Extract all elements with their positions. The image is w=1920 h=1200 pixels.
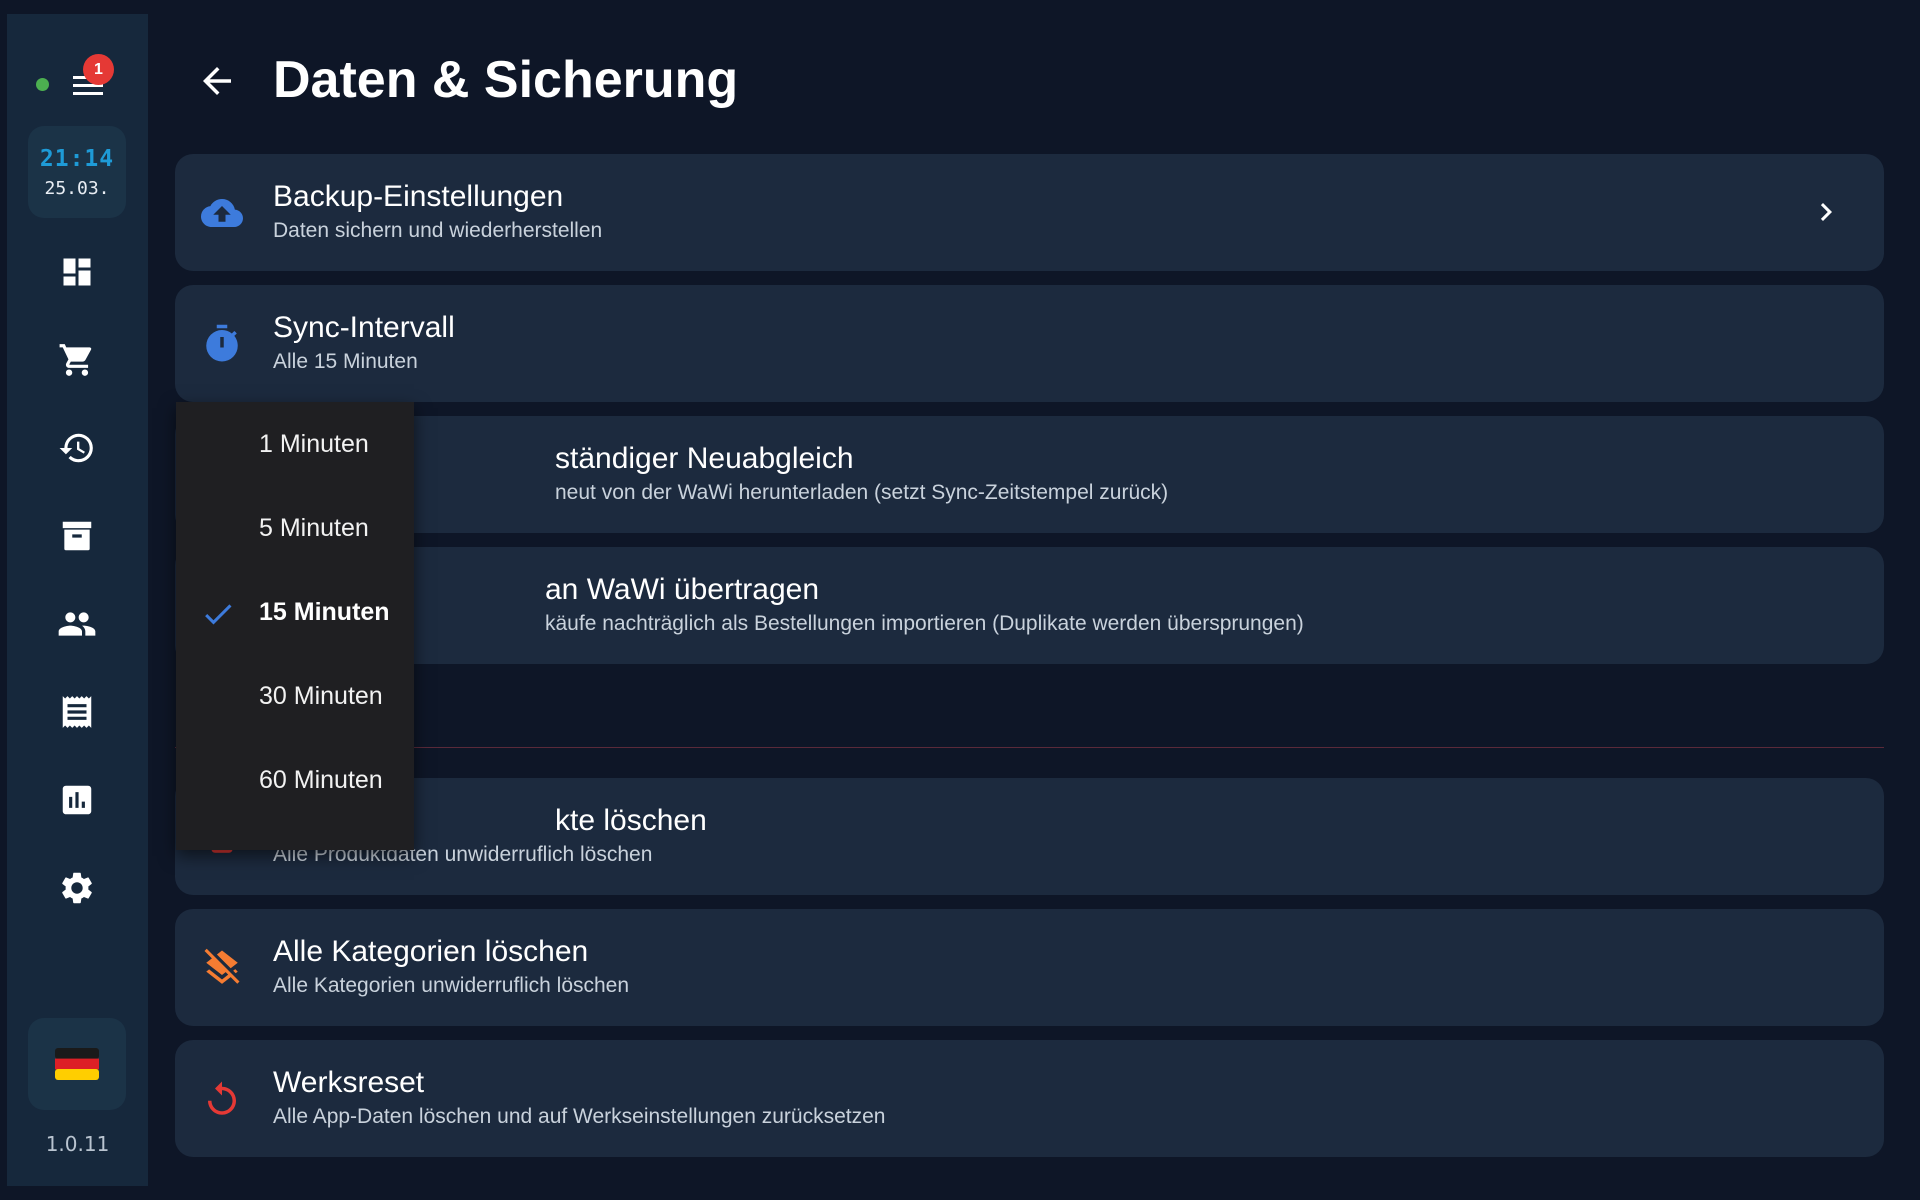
card-title: an WaWi übertragen — [545, 573, 820, 606]
german-flag-icon — [55, 1048, 99, 1080]
sidebar: 1 21:14 25.03. 1.0.11 — [7, 14, 148, 1186]
option-label: 15 Minuten — [259, 598, 390, 626]
layers-clear-icon — [204, 948, 240, 984]
back-button[interactable] — [196, 60, 238, 102]
interval-option-15[interactable]: 15 Minuten — [176, 570, 414, 654]
language-selector[interactable] — [28, 1018, 126, 1110]
sidebar-item-archive[interactable] — [47, 506, 107, 566]
interval-option-60[interactable]: 60 Minuten — [176, 738, 414, 822]
transfer-wawi-card[interactable]: an WaWi übertragen käufe nachträglich al… — [175, 547, 1884, 664]
card-subtitle: käufe nachträglich als Bestellungen impo… — [545, 612, 1304, 635]
timer-icon — [206, 324, 238, 362]
card-subtitle: neut von der WaWi herunterladen (setzt S… — [555, 481, 1169, 504]
card-title: ständiger Neuabgleich — [555, 442, 854, 475]
sidebar-item-dashboard[interactable] — [47, 242, 107, 302]
card-subtitle: Alle App-Daten löschen und auf Werkseins… — [273, 1105, 886, 1128]
sidebar-item-receipts[interactable] — [47, 682, 107, 742]
card-title: Sync-Intervall — [273, 311, 455, 344]
card-subtitle: Alle 15 Minuten — [273, 350, 418, 373]
option-label: 5 Minuten — [259, 514, 369, 542]
card-subtitle: Alle Kategorien unwiderruflich löschen — [273, 974, 630, 997]
receipt-icon — [62, 696, 92, 728]
arrow-back-icon — [203, 67, 231, 95]
sidebar-item-settings[interactable] — [47, 858, 107, 918]
card-title: Alle Kategorien löschen — [273, 935, 589, 968]
card-title: Werksreset — [273, 1066, 425, 1099]
card-title: kte löschen — [555, 804, 707, 837]
interval-option-1[interactable]: 1 Minuten — [176, 402, 414, 486]
sidebar-item-reports[interactable] — [47, 770, 107, 830]
danger-zone-divider — [175, 747, 1884, 748]
notification-badge: 1 — [83, 54, 114, 85]
backup-settings-card[interactable]: Backup-Einstellungen Daten sichern und w… — [175, 154, 1884, 271]
card-title: Backup-Einstellungen — [273, 180, 564, 213]
clock-date: 25.03. — [44, 177, 110, 199]
interval-option-5[interactable]: 5 Minuten — [176, 486, 414, 570]
archive-icon — [62, 521, 92, 551]
cart-icon — [59, 344, 92, 376]
cloud-upload-icon — [201, 199, 243, 227]
history-icon — [59, 433, 93, 463]
app-version: 1.0.11 — [45, 1132, 110, 1156]
check-icon — [205, 604, 232, 625]
sidebar-header: 1 — [7, 14, 148, 138]
delete-categories-card[interactable]: Alle Kategorien löschen Alle Kategorien … — [175, 909, 1884, 1026]
factory-reset-card[interactable]: Werksreset Alle App-Daten löschen und au… — [175, 1040, 1884, 1157]
interval-option-30[interactable]: 30 Minuten — [176, 654, 414, 738]
chevron-right-icon — [1820, 203, 1832, 221]
clock-time: 21:14 — [39, 145, 115, 172]
clock-widget: 21:14 25.03. — [28, 126, 126, 218]
sync-interval-card[interactable]: Sync-Intervall Alle 15 Minuten — [175, 285, 1884, 402]
chart-icon — [62, 785, 92, 815]
app-root: 1 21:14 25.03. 1.0.11 Daten & Sicherung … — [0, 0, 1920, 1200]
option-label: 1 Minuten — [259, 430, 369, 458]
dashboard-icon — [63, 258, 91, 286]
restart-icon — [208, 1081, 236, 1115]
sidebar-item-customers[interactable] — [47, 594, 107, 654]
option-label: 30 Minuten — [259, 682, 383, 710]
card-subtitle: Daten sichern und wiederherstellen — [273, 219, 603, 242]
full-resync-card[interactable]: ständiger Neuabgleich neut von der WaWi … — [175, 416, 1884, 533]
people-icon — [58, 612, 96, 636]
sidebar-item-history[interactable] — [47, 418, 107, 478]
online-status-dot — [36, 78, 49, 91]
settings-icon — [62, 872, 92, 904]
page-title: Daten & Sicherung — [273, 51, 739, 109]
option-label: 60 Minuten — [259, 766, 383, 794]
sidebar-item-cart[interactable] — [47, 330, 107, 390]
sync-interval-dropdown: 1 Minuten 5 Minuten 15 Minuten 30 Minute… — [176, 402, 414, 850]
delete-products-card[interactable]: kte löschen Alle Produktdaten unwiderruf… — [175, 778, 1884, 895]
